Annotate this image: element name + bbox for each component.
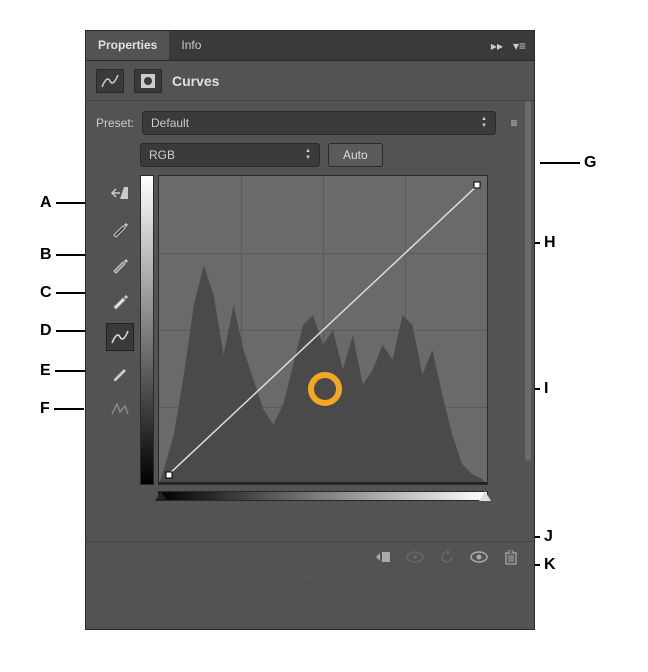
dropdown-arrows-icon: ▲▼	[481, 117, 487, 129]
clip-to-layer-icon[interactable]	[368, 546, 398, 568]
targeted-adjustment-tool[interactable]	[106, 179, 134, 207]
input-gradient	[158, 491, 488, 501]
channel-value: RGB	[149, 148, 175, 162]
tab-properties[interactable]: Properties	[86, 31, 169, 60]
callout-B: B	[40, 246, 86, 264]
output-gradient	[140, 175, 154, 485]
reset-icon[interactable]	[432, 546, 462, 568]
pencil-tool[interactable]	[106, 359, 134, 387]
curve-point-black[interactable]	[165, 471, 172, 478]
gray-point-eyedropper[interactable]	[106, 251, 134, 279]
white-input-slider[interactable]	[479, 491, 491, 501]
curve-point-white[interactable]	[474, 182, 481, 189]
white-point-eyedropper[interactable]	[106, 287, 134, 315]
callout-F: F	[40, 400, 84, 418]
resize-grip[interactable]: ::::::	[86, 571, 534, 579]
dropdown-arrows-icon: ▲▼	[305, 149, 311, 161]
auto-button[interactable]: Auto	[328, 143, 383, 167]
callout-A: A	[40, 194, 86, 212]
smooth-tool[interactable]	[106, 395, 134, 423]
preset-select[interactable]: Default ▲▼	[142, 111, 496, 135]
view-previous-icon[interactable]	[400, 546, 430, 568]
channel-select[interactable]: RGB ▲▼	[140, 143, 320, 167]
curves-graph[interactable]	[158, 175, 488, 485]
black-point-eyedropper[interactable]	[106, 215, 134, 243]
curves-presets-icon[interactable]	[96, 69, 124, 93]
black-input-slider[interactable]	[155, 491, 167, 501]
tool-column	[106, 175, 140, 521]
title-row: Curves	[86, 61, 534, 101]
preset-label: Preset:	[96, 116, 134, 130]
callout-D: D	[40, 322, 86, 340]
bottom-bar	[86, 541, 534, 571]
baseline	[159, 482, 487, 484]
callout-G: G	[540, 154, 596, 172]
mask-icon[interactable]	[134, 69, 162, 93]
panel-menu-icon[interactable]: ▾≡	[513, 39, 526, 53]
tabs-row: Properties Info ▸▸ ▾≡	[86, 31, 534, 61]
callout-C: C	[40, 284, 86, 302]
preset-menu-icon[interactable]: ≡	[504, 116, 524, 130]
visibility-icon[interactable]	[464, 546, 494, 568]
panel-title: Curves	[172, 73, 219, 89]
scrollbar[interactable]	[525, 101, 531, 461]
tab-info[interactable]: Info	[169, 31, 213, 60]
preset-value: Default	[151, 116, 189, 130]
collapse-icon[interactable]: ▸▸	[491, 39, 503, 53]
callout-E: E	[40, 362, 85, 380]
trash-icon[interactable]	[496, 546, 526, 568]
properties-panel: Properties Info ▸▸ ▾≡ Curves Preset: Def…	[85, 30, 535, 630]
curve-point-tool[interactable]	[106, 323, 134, 351]
histogram	[159, 176, 487, 484]
